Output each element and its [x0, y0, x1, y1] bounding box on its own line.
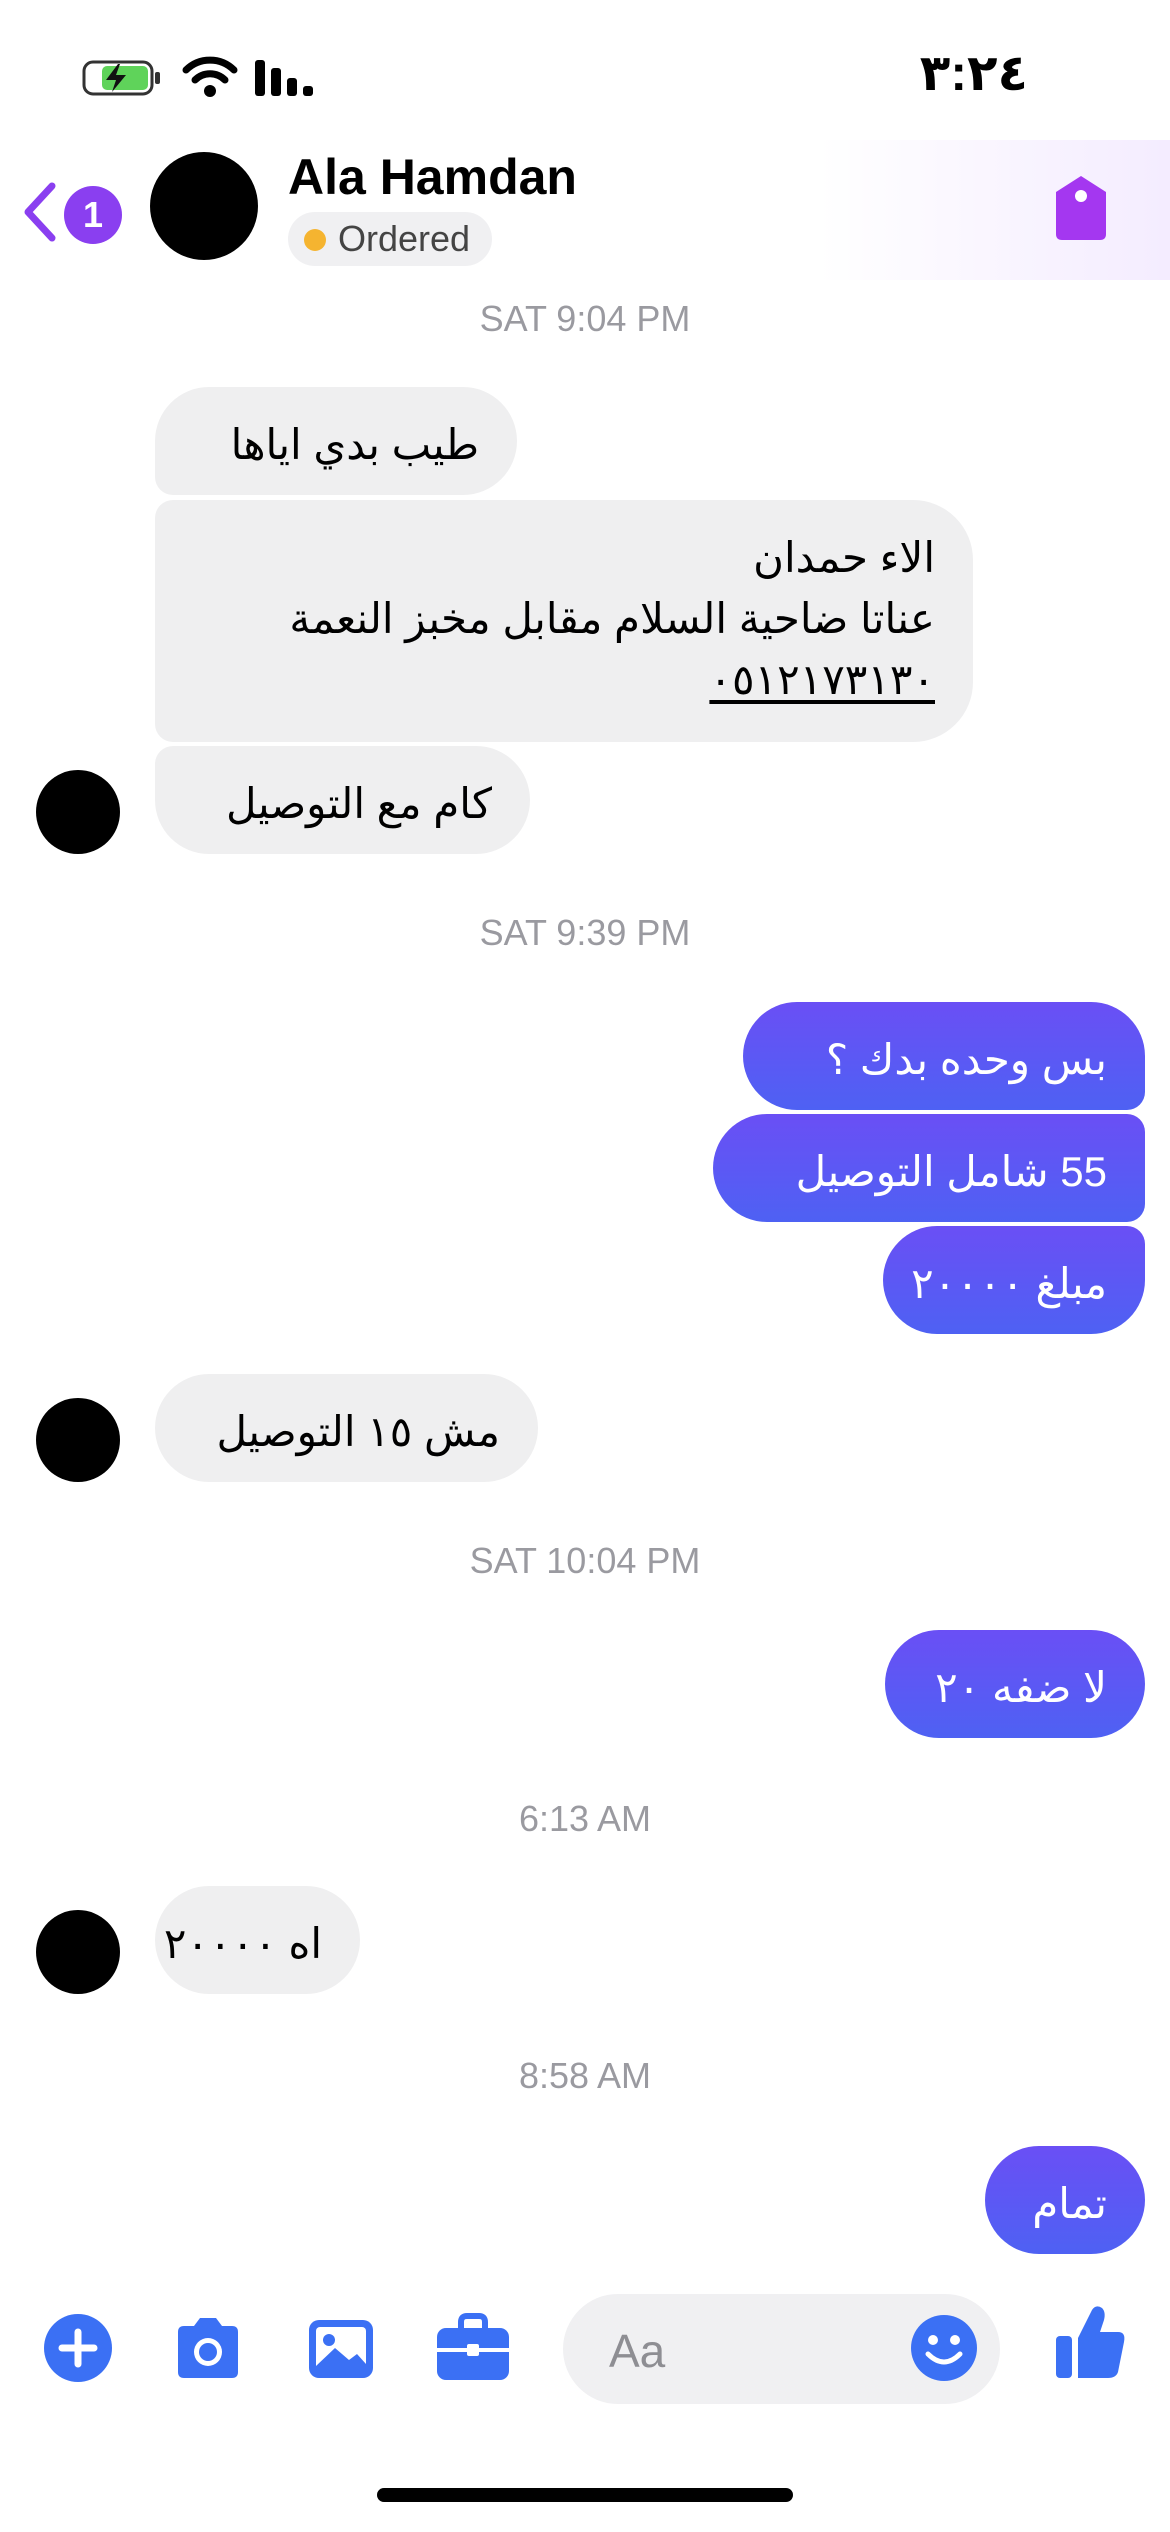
battery-charging-icon — [82, 60, 160, 96]
message-line: عناتا ضاحية السلام مقابل مخبز النعمة — [289, 594, 935, 642]
incoming-message[interactable]: الاء حمدان عناتا ضاحية السلام مقابل مخبز… — [155, 500, 973, 742]
timestamp: SAT 9:39 PM — [479, 912, 691, 953]
message-line: الاء حمدان — [753, 534, 935, 581]
signal-icon — [255, 60, 313, 96]
smiley-icon[interactable] — [908, 2312, 980, 2384]
outgoing-message[interactable]: مبلغ ٢٠٠٠٠ — [883, 1226, 1145, 1334]
message-input[interactable]: Aa — [563, 2294, 1000, 2404]
order-status-chip[interactable]: Ordered — [288, 212, 493, 266]
phone-number-link[interactable]: ٠٥١٢١٧٣١٣٠ — [193, 650, 935, 711]
contact-avatar-small[interactable] — [36, 1910, 120, 1994]
camera-icon[interactable] — [170, 2310, 246, 2386]
plus-icon[interactable] — [40, 2310, 116, 2386]
message-composer: Aa — [0, 2280, 1170, 2420]
status-dot — [304, 229, 326, 251]
outgoing-message[interactable]: بس وحده بدك ؟ — [743, 1002, 1145, 1110]
timestamp: 8:58 AM — [518, 2055, 652, 2096]
outgoing-message[interactable]: 55 شامل التوصيل — [713, 1114, 1145, 1222]
wifi-icon — [182, 56, 238, 97]
outgoing-message[interactable]: لا ضفه ٢٠ — [885, 1630, 1145, 1738]
image-icon[interactable] — [303, 2310, 379, 2386]
timestamp: SAT 10:04 PM — [469, 1540, 701, 1581]
timestamp: SAT 9:04 PM — [479, 298, 691, 339]
order-status-label: Ordered — [338, 218, 471, 259]
message-input-placeholder: Aa — [609, 2325, 666, 2377]
contact-avatar-small[interactable] — [36, 1398, 120, 1482]
incoming-message[interactable]: مش ١٥ التوصيل — [155, 1374, 538, 1482]
incoming-message[interactable]: اه ٢٠٠٠٠ — [155, 1886, 360, 1994]
briefcase-icon[interactable] — [433, 2310, 513, 2386]
status-time: ٣:٢٤ — [919, 45, 1028, 101]
thumbs-up-icon[interactable] — [1052, 2302, 1128, 2382]
incoming-message[interactable]: كام مع التوصيل — [155, 746, 530, 854]
home-indicator — [377, 2488, 793, 2502]
incoming-message[interactable]: طيب بدي اياها — [155, 387, 517, 495]
contact-avatar-small[interactable] — [36, 770, 120, 854]
back-button[interactable]: 1 — [20, 176, 130, 256]
conversation-header: 1 Ala Hamdan Ordered — [0, 140, 1170, 280]
chevron-left-icon — [24, 182, 56, 242]
timestamp: 6:13 AM — [518, 1798, 652, 1839]
tag-icon[interactable] — [1050, 172, 1112, 244]
outgoing-message[interactable]: تمام — [985, 2146, 1145, 2254]
unread-badge: 1 — [64, 186, 122, 244]
contact-name[interactable]: Ala Hamdan — [288, 148, 577, 206]
contact-avatar[interactable] — [150, 152, 258, 260]
status-bar: ٣:٢٤ — [0, 0, 1170, 150]
